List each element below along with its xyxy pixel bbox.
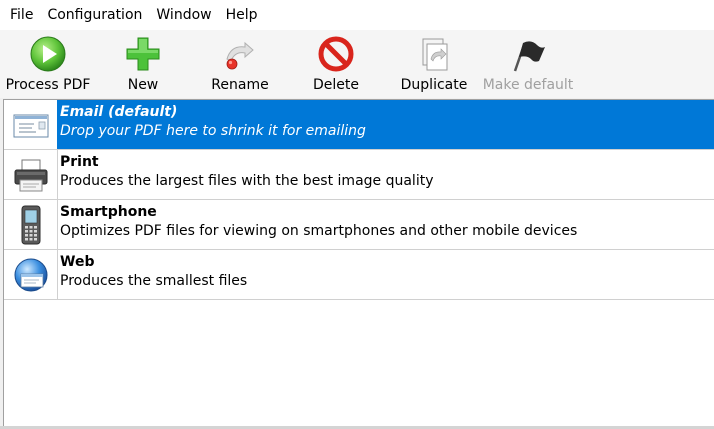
toolbar: Process PDF New Rename Delete Duplicate …: [0, 30, 714, 98]
flag-icon: [508, 34, 548, 74]
profile-title: Email (default): [60, 104, 178, 120]
rename-icon: [220, 34, 260, 74]
duplicate-button[interactable]: Duplicate: [397, 30, 471, 98]
profile-description: Produces the smallest files: [60, 273, 248, 289]
profile-description: Optimizes PDF files for viewing on smart…: [60, 223, 578, 239]
menu-bar: File Configuration Window Help: [0, 0, 714, 30]
process-pdf-button[interactable]: Process PDF: [4, 30, 92, 98]
duplicate-icon: [414, 34, 454, 74]
menu-window[interactable]: Window: [149, 0, 218, 30]
profile-description: Drop your PDF here to shrink it for emai…: [60, 123, 366, 139]
new-label: New: [127, 77, 159, 93]
profile-row-print[interactable]: Print Produces the largest files with th…: [4, 150, 714, 200]
smartphone-icon: [4, 200, 58, 249]
delete-button[interactable]: Delete: [303, 30, 369, 98]
rename-label: Rename: [211, 77, 269, 93]
profile-row-smartphone[interactable]: Smartphone Optimizes PDF files for viewi…: [4, 200, 714, 250]
new-button[interactable]: New: [110, 30, 176, 98]
process-pdf-label: Process PDF: [5, 77, 91, 93]
duplicate-label: Duplicate: [400, 77, 468, 93]
rename-button[interactable]: Rename: [205, 30, 275, 98]
profile-title: Print: [60, 154, 99, 170]
menu-configuration[interactable]: Configuration: [40, 0, 149, 30]
email-icon: [4, 100, 58, 149]
play-icon: [28, 34, 68, 74]
profile-list: Email (default) Drop your PDF here to sh…: [3, 99, 714, 426]
profile-title: Smartphone: [60, 204, 157, 220]
menu-file[interactable]: File: [3, 0, 40, 30]
printer-icon: [4, 150, 58, 199]
delete-label: Delete: [313, 77, 359, 93]
menu-help[interactable]: Help: [219, 0, 265, 30]
profile-row-email[interactable]: Email (default) Drop your PDF here to sh…: [4, 100, 714, 150]
profile-title: Web: [60, 254, 95, 270]
plus-icon: [123, 34, 163, 74]
make-default-button[interactable]: Make default: [482, 30, 574, 98]
delete-icon: [316, 34, 356, 74]
profile-description: Produces the largest files with the best…: [60, 173, 434, 189]
make-default-label: Make default: [482, 77, 574, 93]
profile-row-web[interactable]: Web Produces the smallest files: [4, 250, 714, 300]
globe-icon: [4, 250, 58, 299]
